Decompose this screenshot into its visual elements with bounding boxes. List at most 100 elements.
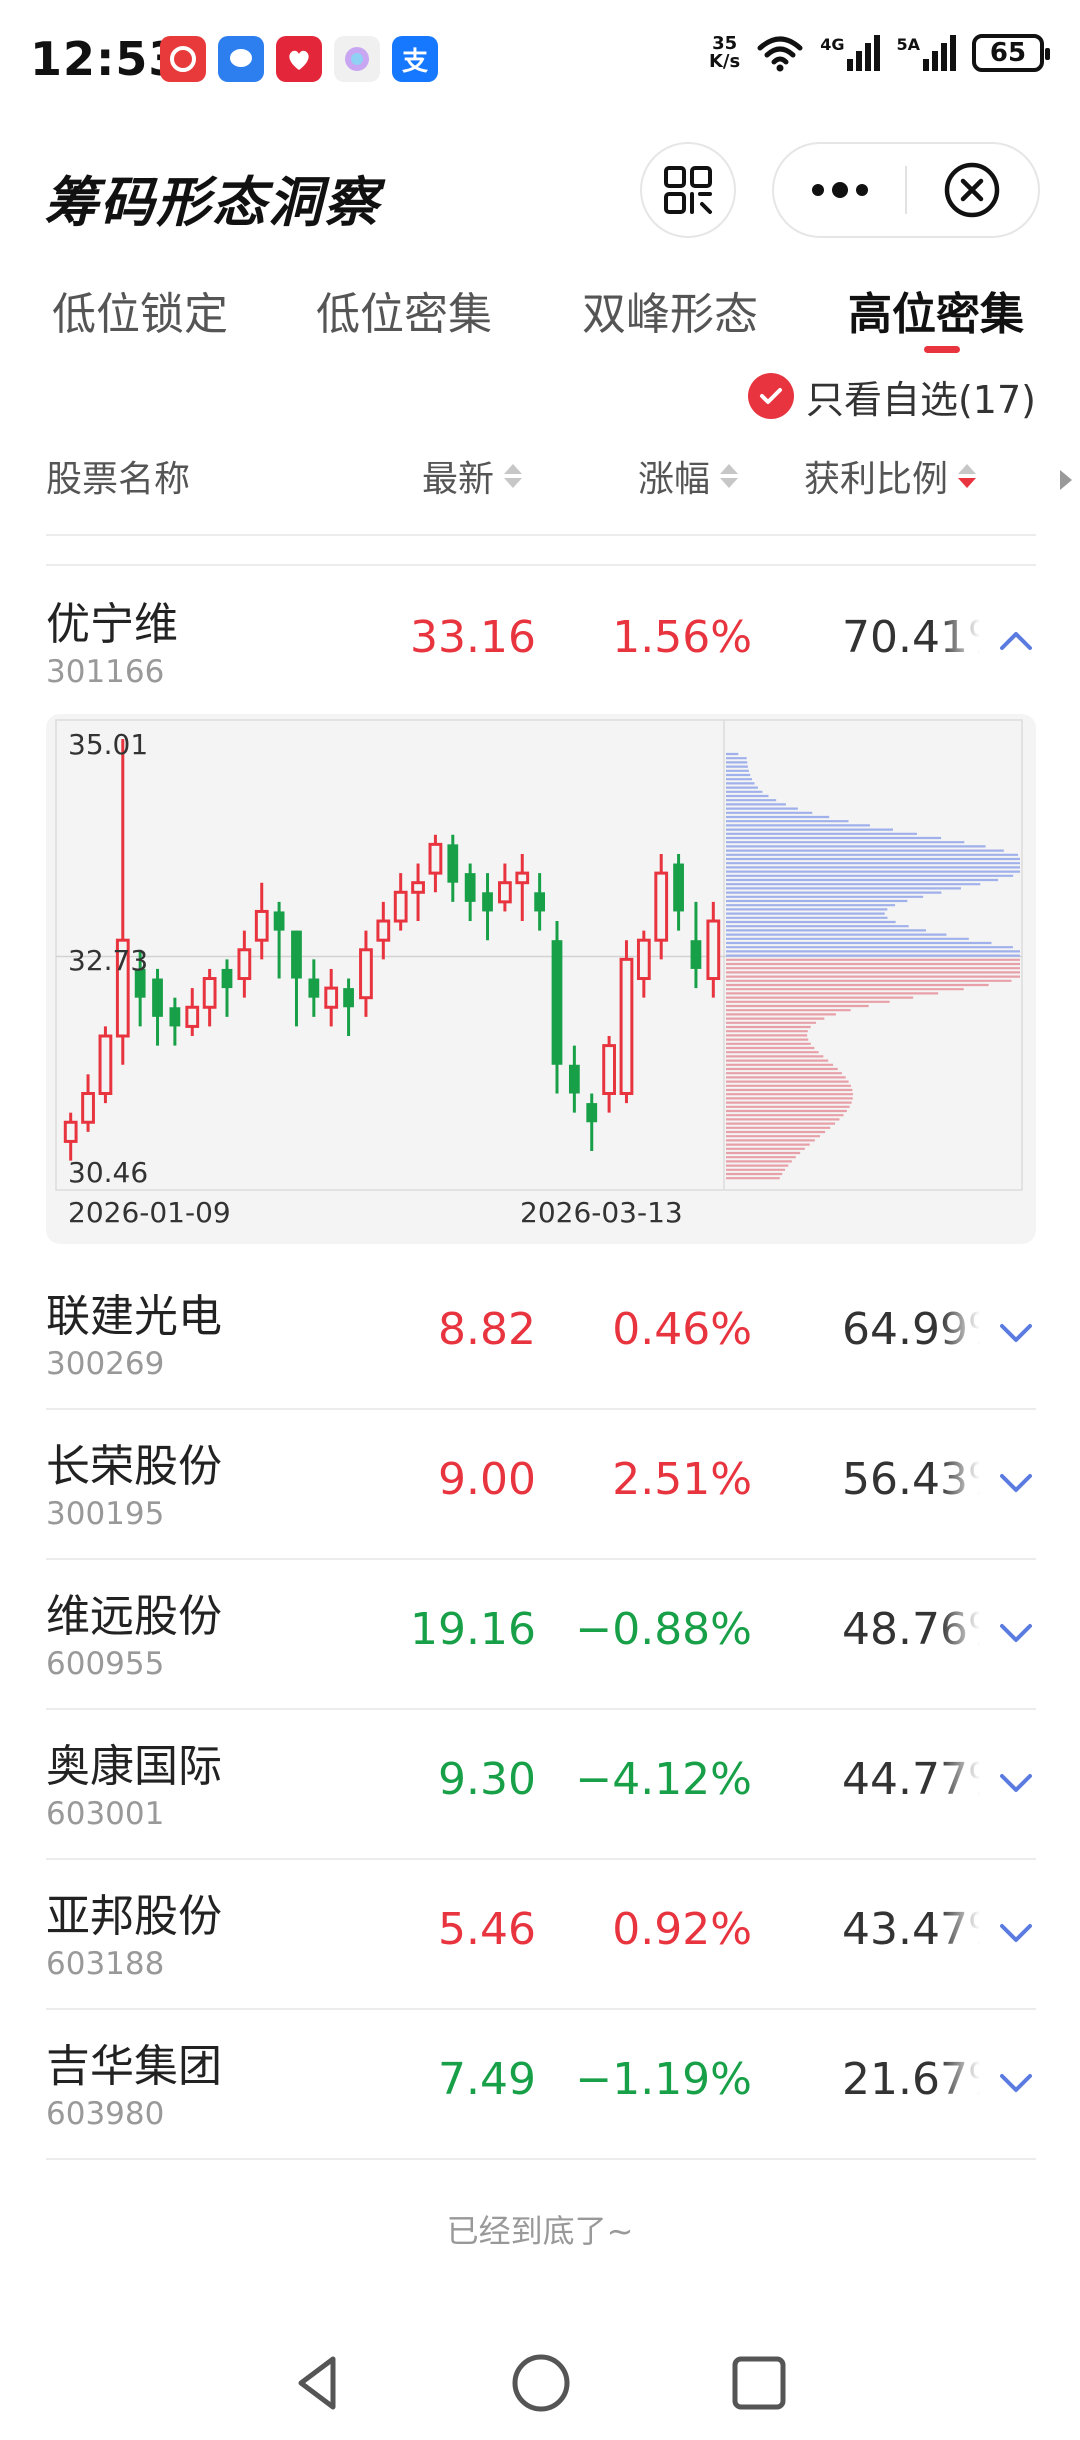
candle-body — [673, 863, 684, 912]
candle-body — [636, 938, 651, 981]
message-icon — [218, 36, 264, 82]
checked-circle-icon — [747, 373, 794, 419]
candle-body — [221, 968, 233, 989]
system-nav-bar — [0, 2330, 1080, 2440]
candle-body — [602, 1044, 616, 1096]
stock-name: 维远股份 — [46, 1591, 222, 1642]
candle-body — [81, 1092, 95, 1124]
candle-body — [534, 892, 546, 912]
chevron-down-icon[interactable] — [996, 1612, 1036, 1652]
y-max-label: 35.01 — [68, 728, 148, 761]
back-triangle-icon — [298, 2356, 336, 2410]
table-row[interactable]: 亚邦股份 603188 5.46 0.92% 43.47% — [0, 1858, 1080, 2008]
candle-body — [393, 890, 408, 923]
ratio-fade — [940, 1898, 980, 1964]
nav-home-button[interactable] — [506, 2348, 576, 2418]
status-time: 12:53 — [30, 32, 182, 86]
table-row[interactable]: 长荣股份 300195 9.00 2.51% 56.43% — [0, 1408, 1080, 1558]
battery-icon: 65 — [972, 34, 1050, 72]
x-end-label: 2026-03-13 — [520, 1196, 683, 1229]
table-row[interactable]: 奥康国际 603001 9.30 −4.12% 44.77% — [0, 1708, 1080, 1858]
chart-svg: 35.01 32.73 30.46 2026-01-09 2026-03-13 — [55, 719, 1023, 1229]
miniapp-capsule — [772, 142, 1040, 238]
more-dots-icon — [811, 182, 868, 198]
net-speed-unit: K/s — [708, 51, 741, 72]
chevron-up-icon[interactable] — [996, 620, 1036, 660]
col-change-sort[interactable]: 涨幅 — [638, 450, 739, 502]
candle-body — [411, 881, 425, 894]
more-button[interactable] — [774, 144, 905, 236]
candle-body — [690, 940, 702, 969]
candle-body — [586, 1103, 598, 1123]
alipay-icon: 支 — [392, 36, 438, 82]
signal1-label: 4G — [820, 35, 845, 54]
watchlist-filter[interactable]: 只看自选(17) — [747, 368, 1036, 424]
candle-body — [482, 892, 493, 912]
scan-qr-button[interactable] — [640, 142, 736, 238]
ratio-fade — [940, 1748, 980, 1814]
nav-back-button[interactable] — [284, 2348, 354, 2418]
divider — [46, 2158, 1036, 2160]
table-row[interactable]: 优宁维 301166 33.16 1.56% 70.41% — [0, 566, 1080, 716]
chevron-down-icon[interactable] — [996, 1912, 1036, 1952]
candle-body — [237, 948, 252, 981]
stock-change: 0.46% — [612, 1304, 752, 1355]
stock-price: 8.82 — [438, 1304, 536, 1355]
shop-app-icon — [276, 36, 322, 82]
stock-name: 长荣股份 — [46, 1441, 222, 1492]
candle-body — [63, 1120, 78, 1143]
table-row[interactable]: 维远股份 600955 19.16 −0.88% 48.76% — [0, 1558, 1080, 1708]
sort-icon — [720, 464, 739, 488]
candle-body — [447, 844, 459, 883]
chevron-down-icon[interactable] — [996, 1762, 1036, 1802]
chevron-down-icon[interactable] — [996, 1462, 1036, 1502]
stock-change: 2.51% — [612, 1454, 752, 1505]
stock-name: 奥康国际 — [46, 1741, 222, 1792]
divider — [46, 534, 1036, 536]
candle-body — [428, 842, 443, 875]
tab-double-peak[interactable]: 双峰形态 — [582, 278, 758, 342]
tab-low-lock[interactable]: 低位锁定 — [52, 278, 228, 342]
col-profit-ratio-sort[interactable]: 获利比例 — [804, 450, 977, 502]
candle-body — [202, 977, 217, 1009]
candle-body — [706, 919, 721, 981]
sort-icon — [504, 464, 523, 488]
net-speed: 35 K/s — [709, 35, 740, 71]
nav-recents-button[interactable] — [724, 2348, 794, 2418]
end-of-list-text: 已经到底了~ — [446, 2212, 634, 2250]
chevron-down-icon[interactable] — [996, 1312, 1036, 1352]
chevron-down-icon[interactable] — [996, 2062, 1036, 2102]
tab-high-dense[interactable]: 高位密集 — [848, 278, 1024, 342]
candle-body — [308, 978, 320, 998]
candle-body — [551, 940, 563, 1065]
col-price-sort[interactable]: 最新 — [422, 450, 523, 502]
stock-code: 603980 — [46, 2096, 165, 2132]
table-row[interactable]: 吉华集团 603980 7.49 −1.19% 21.67% — [0, 2008, 1080, 2158]
candle-body — [568, 1064, 580, 1094]
stock-price: 5.46 — [438, 1904, 536, 1955]
stock-code: 603001 — [46, 1796, 165, 1832]
close-button[interactable] — [907, 144, 1038, 236]
page-title: 筹码形态洞察 — [44, 171, 380, 234]
notification-icons: 支 — [160, 36, 438, 82]
table-row[interactable]: 联建光电 300269 8.82 0.46% 64.99% — [0, 1258, 1080, 1408]
candle-body — [152, 978, 163, 1017]
battery-level: 65 — [989, 38, 1027, 68]
stock-name: 优宁维 — [46, 599, 178, 650]
scroll-right-arrow-icon[interactable] — [1060, 470, 1072, 490]
candle-body — [291, 930, 302, 979]
x-start-label: 2026-01-09 — [68, 1196, 231, 1229]
stock-code: 300195 — [46, 1496, 165, 1532]
candle-body — [515, 871, 530, 885]
stock-change: −1.19% — [575, 2054, 752, 2105]
signal2-label: 5A — [896, 35, 920, 54]
tab-low-dense[interactable]: 低位密集 — [316, 278, 492, 342]
col-stock-name: 股票名称 — [46, 450, 190, 502]
stock-code: 300269 — [46, 1346, 165, 1382]
wifi-icon — [757, 36, 803, 72]
col-price-label: 最新 — [422, 459, 495, 500]
table-header: 股票名称 最新 涨幅 获利比例 — [0, 440, 1080, 510]
app-notify-icon — [160, 36, 206, 82]
y-min-label: 30.46 — [68, 1156, 148, 1189]
stock-price: 7.49 — [438, 2054, 536, 2105]
